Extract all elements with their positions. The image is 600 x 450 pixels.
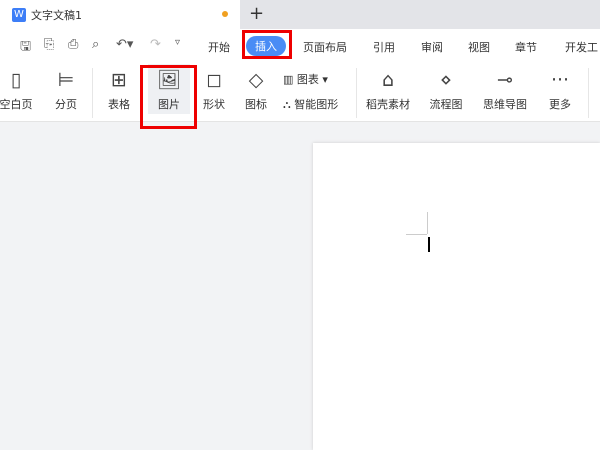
ribbon: ▯ 空白页 ⊨ 分页 ⊞ 表格 🖼 图片 ◻ 形状 ◇ 图标 ▥ 图表 ▾ ⛬ 智能图形 ⌂… <box>0 62 600 122</box>
chart-button[interactable]: ▥ 图表 ▾ <box>283 71 328 87</box>
toolbar: 🖫 ⎘ ⎙ ⌕ ↶▾ ↷ ▿ 开始 插入 页面布局 引用 审阅 视图 章节 开发… <box>0 29 600 62</box>
save-icon[interactable]: 🖫 <box>20 37 31 59</box>
export-pdf-icon[interactable]: ⎘ <box>44 37 54 52</box>
icons-icon: ◇ <box>248 69 264 91</box>
page-icon: ▯ <box>10 69 22 91</box>
tab-bar: W 文字文稿1 + <box>0 0 600 29</box>
page-break-button[interactable]: ⊨ 分页 <box>46 67 86 112</box>
more-button[interactable]: ··· 更多 <box>540 67 580 112</box>
margin-mark <box>406 234 427 235</box>
divider <box>356 68 357 118</box>
document-tab[interactable]: W 文字文稿1 <box>0 0 240 29</box>
shape-button[interactable]: ◻ 形状 <box>194 67 234 112</box>
store-icon: ⌂ <box>381 69 395 91</box>
mindmap-icon: ⊸ <box>497 69 513 91</box>
unsaved-dot-icon <box>222 11 228 17</box>
document-title: 文字文稿1 <box>31 8 82 22</box>
print-preview-icon[interactable]: ⌕ <box>92 37 99 52</box>
mindmap-button[interactable]: ⊸ 思维导图 <box>476 67 534 112</box>
undo-icon[interactable]: ↶▾ <box>116 37 133 52</box>
daoke-button[interactable]: ⌂ 稻壳素材 <box>362 67 414 112</box>
smart-art-icon: ⛬ <box>283 98 295 111</box>
blank-page-button[interactable]: ▯ 空白页 <box>0 67 36 112</box>
tab-view[interactable]: 视图 <box>468 39 490 55</box>
flowchart-icon: ⋄ <box>440 69 452 91</box>
flowchart-button[interactable]: ⋄ 流程图 <box>422 67 470 112</box>
divider <box>588 68 589 118</box>
page-break-icon: ⊨ <box>57 69 75 91</box>
tab-home[interactable]: 开始 <box>208 39 230 55</box>
customize-icon[interactable]: ▿ <box>175 37 180 48</box>
margin-mark <box>427 212 428 234</box>
shape-icon: ◻ <box>206 69 222 91</box>
table-icon: ⊞ <box>111 69 127 91</box>
print-icon[interactable]: ⎙ <box>68 37 78 52</box>
smart-art-button[interactable]: ⛬ 智能图形 <box>283 96 338 112</box>
redo-icon[interactable]: ↷ <box>150 37 161 52</box>
text-cursor <box>428 237 430 252</box>
document-page[interactable] <box>313 143 600 450</box>
tab-page-layout[interactable]: 页面布局 <box>303 39 347 55</box>
wps-writer-icon: W <box>12 7 26 22</box>
more-icon: ··· <box>550 69 570 91</box>
icon-button[interactable]: ◇ 图标 <box>236 67 276 112</box>
tab-review[interactable]: 审阅 <box>421 39 443 55</box>
highlight-picture <box>140 65 197 129</box>
tab-developer[interactable]: 开发工 <box>565 39 598 55</box>
tab-chapter[interactable]: 章节 <box>515 39 537 55</box>
table-button[interactable]: ⊞ 表格 <box>98 67 140 112</box>
highlight-insert <box>242 30 292 59</box>
new-tab-button[interactable]: + <box>249 3 264 24</box>
divider <box>92 68 93 118</box>
tab-references[interactable]: 引用 <box>373 39 395 55</box>
bar-chart-icon: ▥ <box>283 73 297 86</box>
